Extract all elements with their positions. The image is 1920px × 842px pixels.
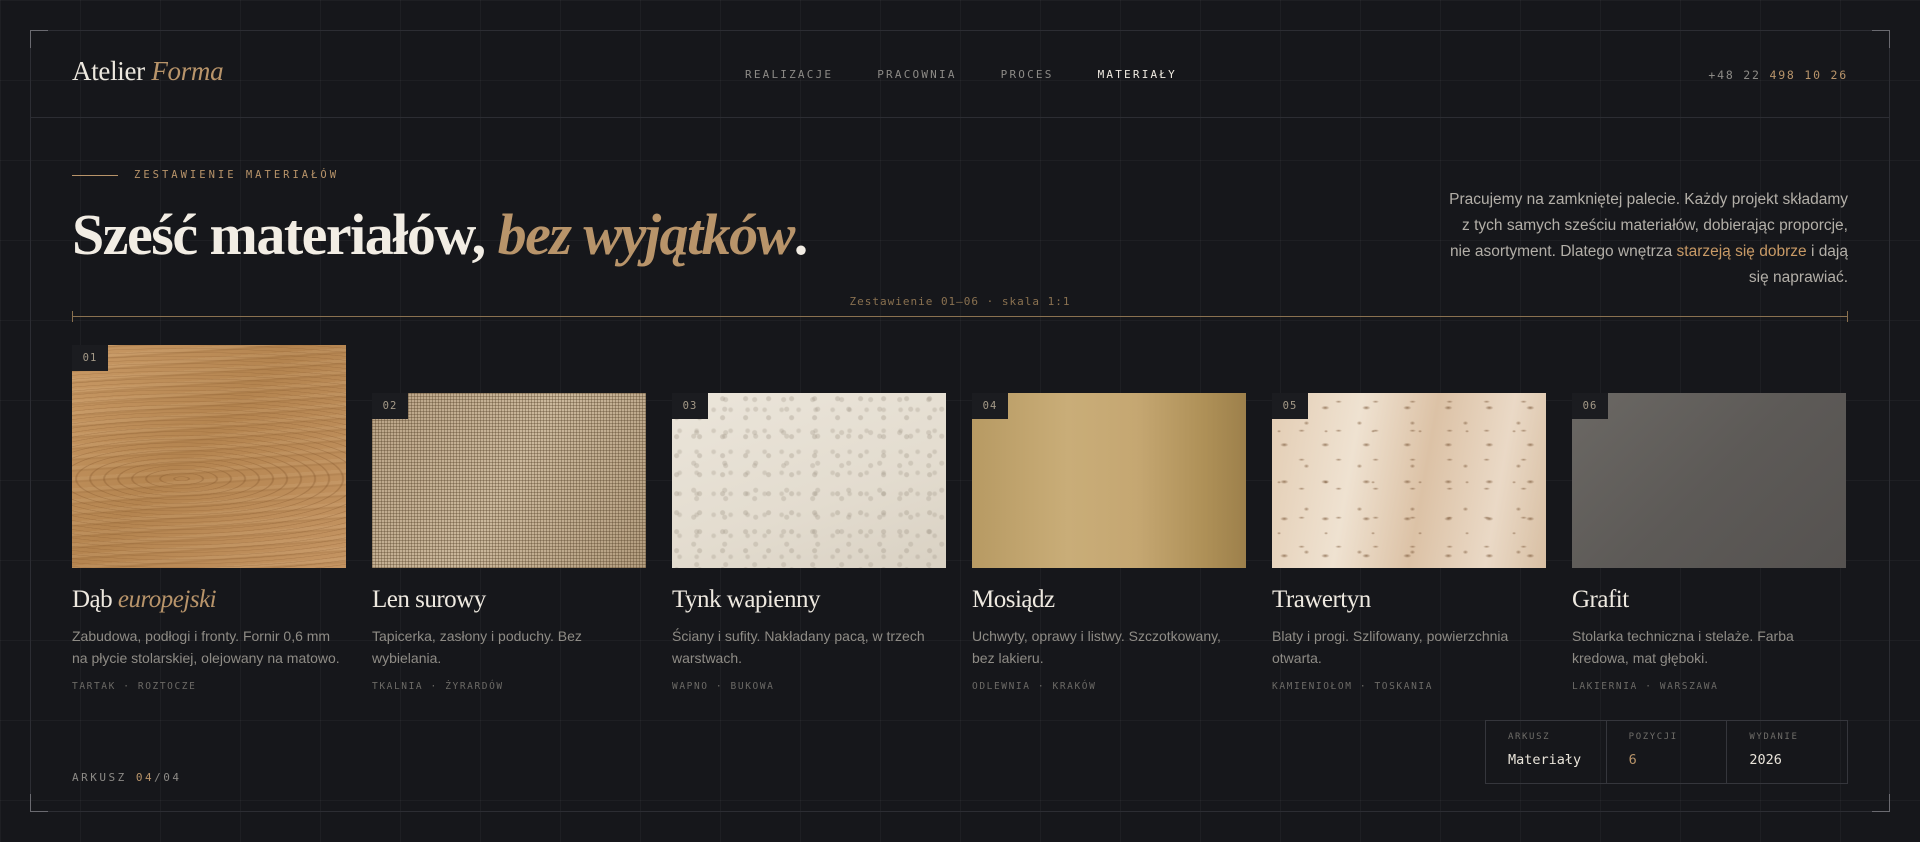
- title-accent: bez wyjątków: [497, 202, 796, 267]
- section-eyebrow: ZESTAWIENIE MATERIAŁÓW: [72, 169, 339, 181]
- sheet-total: /04: [154, 771, 182, 784]
- material-source: WAPNO · BUKOWA: [672, 681, 775, 692]
- title-end: .: [793, 202, 809, 267]
- material-title: Tynk wapienny: [672, 586, 820, 613]
- lede-highlight: starzeją się dobrze: [1676, 243, 1807, 260]
- nav-item-materialy[interactable]: MATERIAŁY: [1098, 68, 1177, 81]
- material-number: 02: [372, 393, 408, 419]
- material-title: Trawertyn: [1272, 586, 1371, 613]
- brand-logo[interactable]: Atelier Forma: [72, 56, 224, 87]
- material-swatch: 03: [672, 393, 946, 568]
- material-title: Grafit: [1572, 586, 1629, 613]
- phone-link[interactable]: +48 22 498 10 26: [1708, 68, 1848, 82]
- corner-mark: [1872, 794, 1890, 812]
- scale-ruler: [72, 311, 1848, 322]
- material-source: TARTAK · ROZTOCZE: [72, 681, 197, 692]
- material-card-linen[interactable]: 02 Len surowy Tapicerka, zasłony i poduc…: [372, 393, 646, 692]
- material-number: 04: [972, 393, 1008, 419]
- material-title: Len surowy: [372, 586, 486, 613]
- material-title: Dąb europejski: [72, 586, 346, 620]
- info-value: 6: [1628, 752, 1637, 768]
- material-card-plaster[interactable]: 03 Tynk wapienny Ściany i sufity. Nakład…: [672, 393, 946, 692]
- material-description: Stolarka techniczna i stelaże. Farba kre…: [1572, 628, 1794, 666]
- sheet-label: ARKUSZ: [72, 771, 127, 784]
- sheet-current: 04: [135, 771, 155, 784]
- material-source: ODLEWNIA · KRAKÓW: [972, 681, 1097, 692]
- phone-number: 498 10 26: [1769, 68, 1848, 82]
- corner-mark: [30, 794, 48, 812]
- nav-item-pracownia[interactable]: PRACOWNIA: [877, 68, 956, 81]
- material-number: 03: [672, 393, 708, 419]
- page-title: Sześć materiałów, bez wyjątków.: [72, 202, 809, 267]
- sheet-indicator: ARKUSZ 04/04: [72, 771, 182, 784]
- sheet-info-box: ARKUSZ Materiały POZYCJI 6 WYDANIE 2026: [1485, 720, 1848, 784]
- info-key: ARKUSZ: [1508, 732, 1551, 742]
- ruler-label: Zestawienie 01–06 · skala 1:1: [849, 295, 1071, 308]
- intro-paragraph: Pracujemy na zamkniętej palecie. Każdy p…: [1448, 187, 1848, 291]
- info-value: Materiały: [1508, 752, 1582, 768]
- eyebrow-text: ZESTAWIENIE MATERIAŁÓW: [134, 169, 340, 181]
- info-key: WYDANIE: [1749, 732, 1799, 742]
- material-number: 06: [1572, 393, 1608, 419]
- material-card-graphite[interactable]: 06 Grafit Stolarka techniczna i stelaże.…: [1572, 393, 1846, 692]
- title-main: Sześć materiałów,: [72, 202, 486, 267]
- eyebrow-rule: [72, 174, 118, 176]
- material-swatch: 02: [372, 393, 646, 568]
- material-number: 05: [1272, 393, 1308, 419]
- material-swatch: 01: [72, 345, 346, 568]
- info-cell-sheet: ARKUSZ Materiały: [1486, 721, 1607, 783]
- material-card-brass[interactable]: 04 Mosiądz Uchwyty, oprawy i listwy. Szc…: [972, 393, 1246, 692]
- material-swatch: 06: [1572, 393, 1846, 568]
- site-header: Atelier Forma REALIZACJE PRACOWNIA PROCE…: [30, 30, 1890, 118]
- main-nav: REALIZACJE PRACOWNIA PROCES MATERIAŁY: [745, 68, 1177, 81]
- material-title-accent: europejski: [117, 586, 217, 613]
- material-number: 01: [72, 345, 108, 371]
- phone-prefix: +48 22: [1708, 68, 1761, 82]
- info-cell-edition: WYDANIE 2026: [1727, 721, 1847, 783]
- brand-name-accent: Forma: [151, 56, 224, 86]
- brand-name: Atelier: [72, 56, 145, 86]
- material-source: TKALNIA · ŻYRARDÓW: [372, 681, 504, 692]
- material-title: Mosiądz: [972, 586, 1055, 613]
- material-source: LAKIERNIA · WARSZAWA: [1572, 681, 1719, 692]
- material-swatch: 05: [1272, 393, 1546, 568]
- material-source: KAMIENIOŁOM · TOSKANIA: [1272, 681, 1434, 692]
- material-description: Blaty i progi. Szlifowany, powierzchnia …: [1272, 628, 1509, 666]
- material-description: Uchwyty, oprawy i listwy. Szczotkowany, …: [972, 628, 1221, 666]
- material-card-oak[interactable]: 01 Dąb europejski Zabudowa, podłogi i fr…: [72, 345, 346, 692]
- material-title-main: Dąb: [72, 586, 113, 613]
- material-description: Zabudowa, podłogi i fronty. Fornir 0,6 m…: [72, 628, 340, 666]
- material-swatch: 04: [972, 393, 1246, 568]
- nav-item-realizacje[interactable]: REALIZACJE: [745, 68, 833, 81]
- material-card-travertine[interactable]: 05 Trawertyn Blaty i progi. Szlifowany, …: [1272, 393, 1546, 692]
- material-description: Tapicerka, zasłony i poduchy. Bez wybiel…: [372, 628, 582, 666]
- material-description: Ściany i sufity. Nakładany pacą, w trzec…: [672, 628, 925, 666]
- info-key: POZYCJI: [1628, 732, 1678, 742]
- info-value: 2026: [1749, 752, 1782, 768]
- nav-item-proces[interactable]: PROCES: [1001, 68, 1054, 81]
- info-cell-count: POZYCJI 6: [1607, 721, 1728, 783]
